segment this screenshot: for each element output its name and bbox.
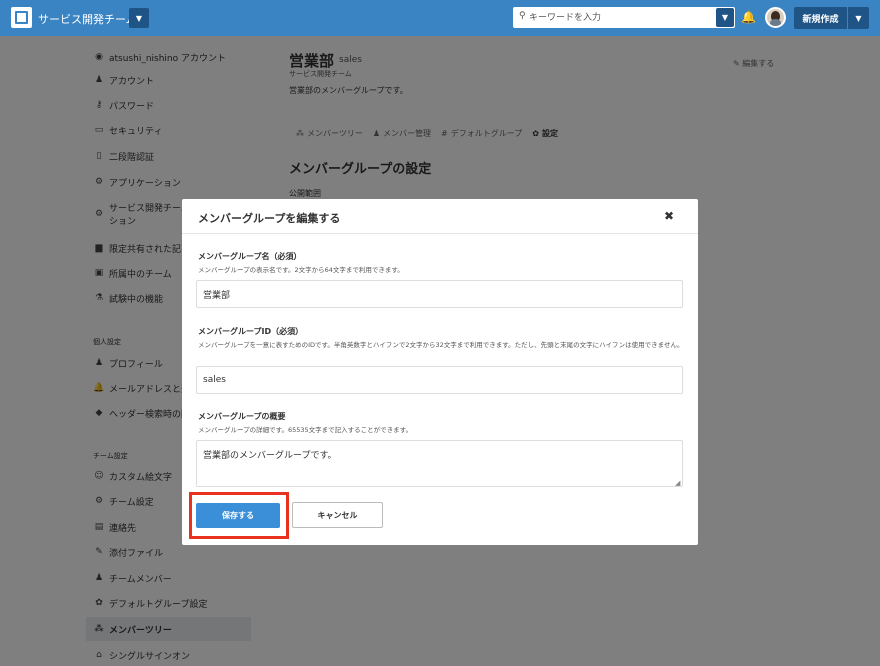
top-navbar: サービス開発チーム ▼ ⚲ ▼ 🔔 新規作成 ▼ (0, 0, 880, 36)
notification-bell-icon[interactable]: 🔔 (741, 10, 756, 24)
resize-handle-icon[interactable]: ◢ (675, 479, 680, 487)
search-options-chevron-down-icon[interactable]: ▼ (716, 8, 734, 27)
search-input[interactable] (529, 10, 709, 25)
esa-logo-icon[interactable] (11, 7, 32, 28)
search-box: ⚲ ▼ (513, 7, 735, 28)
group-id-help: メンバーグループを一意に表すためのIDです。半角英数字とハイフンで2文字から32… (198, 341, 684, 349)
save-button-highlight (189, 492, 289, 539)
team-switch-chevron-down-icon[interactable]: ▼ (129, 8, 149, 28)
group-id-label: メンバーグループID（必須） (198, 327, 304, 336)
new-post-button[interactable]: 新規作成 (794, 7, 847, 29)
team-name[interactable]: サービス開発チーム (38, 11, 137, 27)
group-name-help: メンバーグループの表示名です。2文字から64文字まで利用できます。 (198, 266, 404, 274)
group-name-input[interactable] (196, 280, 683, 308)
modal-header: メンバーグループを編集する ✖ (182, 199, 698, 234)
group-description-label: メンバーグループの概要 (198, 412, 286, 421)
group-id-input[interactable] (196, 366, 683, 394)
group-name-label: メンバーグループ名（必須） (198, 252, 302, 261)
close-icon[interactable]: ✖ (664, 209, 674, 223)
new-post-chevron-down-icon[interactable]: ▼ (848, 7, 869, 29)
group-description-help: メンバーグループの詳細です。65535文字まで記入することができます。 (198, 426, 412, 434)
search-icon: ⚲ (519, 11, 526, 21)
modal-title: メンバーグループを編集する (198, 212, 341, 225)
group-description-textarea[interactable]: 営業部のメンバーグループです。 (196, 440, 683, 487)
avatar[interactable] (765, 7, 786, 28)
cancel-button[interactable]: キャンセル (292, 502, 383, 528)
